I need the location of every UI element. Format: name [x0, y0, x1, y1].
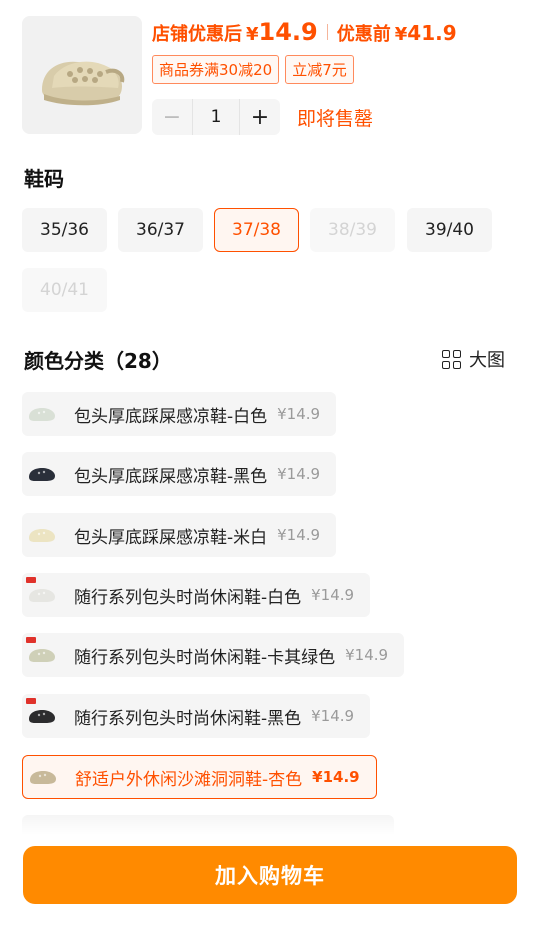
size-section-title: 鞋码	[24, 167, 64, 191]
original-price-label: 优惠前	[336, 24, 391, 45]
increase-button[interactable]: +	[240, 99, 280, 135]
decrease-button[interactable]: −	[152, 99, 192, 135]
color-option[interactable]: 包头厚底踩屎感凉鞋-白色 ¥14.9	[22, 392, 337, 436]
color-option[interactable]: 随行系列包头时尚休闲鞋-黑色 ¥14.9	[22, 694, 371, 738]
currency-symbol: ¥	[246, 24, 259, 45]
coupon-list: 商品券满30减20 立减7元	[152, 55, 354, 84]
original-price: 41.9	[407, 21, 457, 45]
color-option-price: ¥14.9	[277, 526, 321, 544]
color-option-selected[interactable]: 舒适户外休闲沙滩洞洞鞋-杏色 ¥14.9	[22, 755, 377, 799]
color-option[interactable]: 随行系列包头时尚休闲鞋-卡其绿色 ¥14.9	[22, 633, 405, 677]
color-option-name: 包头厚底踩屎感凉鞋-黑色	[74, 466, 268, 487]
color-option-price: ¥14.9	[311, 586, 355, 604]
scroll-fade	[0, 815, 540, 835]
color-option-price: ¥14.9	[277, 405, 321, 423]
big-view-label: 大图	[469, 350, 505, 371]
color-option-name: 随行系列包头时尚休闲鞋-卡其绿色	[74, 647, 336, 668]
clog-shoe-icon	[22, 16, 142, 134]
color-option-price: ¥14.9	[311, 707, 355, 725]
price-row: 店铺优惠后 ¥ 14.9 优惠前 ¥ 41.9	[152, 18, 457, 46]
size-option[interactable]: 39/40	[407, 208, 492, 252]
color-option-name: 舒适户外休闲沙滩洞洞鞋-杏色	[75, 769, 303, 790]
add-to-cart-button[interactable]: 加入购物车	[23, 846, 517, 904]
color-option-name: 随行系列包头时尚休闲鞋-白色	[74, 587, 302, 608]
discount-badge[interactable]: 立减7元	[285, 55, 354, 84]
color-option-name: 随行系列包头时尚休闲鞋-黑色	[74, 708, 302, 729]
shoe-thumbnail-icon	[22, 633, 62, 677]
currency-symbol: ¥	[394, 24, 408, 45]
brand-tag-icon	[26, 577, 36, 583]
color-option[interactable]: 随行系列包头时尚休闲鞋-白色 ¥14.9	[22, 573, 371, 617]
product-thumbnail[interactable]	[22, 16, 142, 134]
price-divider	[326, 24, 328, 40]
size-option-disabled[interactable]: 38/39	[310, 208, 395, 252]
brand-tag-icon	[26, 637, 36, 643]
brand-tag-icon	[26, 698, 36, 704]
color-option-price: ¥14.9	[312, 768, 360, 786]
size-option-selected[interactable]: 37/38	[214, 208, 299, 252]
shoe-thumbnail-icon	[22, 392, 62, 436]
shoe-thumbnail-icon	[22, 513, 62, 557]
color-section-title: 颜色分类（28）	[24, 349, 172, 373]
quantity-stepper: − 1 +	[152, 99, 280, 135]
color-option-price: ¥14.9	[345, 646, 389, 664]
color-option[interactable]: 包头厚底踩屎感凉鞋-黑色 ¥14.9	[22, 452, 337, 496]
stock-status: 即将售罄	[297, 108, 374, 130]
store-price: 14.9	[258, 18, 318, 46]
size-option[interactable]: 35/36	[22, 208, 107, 252]
color-option-price: ¥14.9	[277, 465, 321, 483]
store-price-label: 店铺优惠后	[152, 24, 242, 45]
shoe-thumbnail-icon	[22, 573, 62, 617]
grid-view-icon	[442, 349, 461, 369]
product-summary: 店铺优惠后 ¥ 14.9 优惠前 ¥ 41.9 商品券满30减20 立减7元 −…	[0, 0, 540, 150]
shoe-thumbnail-icon	[22, 452, 62, 496]
shoe-thumbnail-icon	[22, 694, 62, 738]
size-option-disabled[interactable]: 40/41	[22, 268, 107, 312]
coupon-badge[interactable]: 商品券满30减20	[152, 55, 280, 84]
big-view-toggle[interactable]: 大图	[442, 346, 505, 372]
color-option-name: 包头厚底踩屎感凉鞋-米白	[74, 527, 268, 548]
color-option-name: 包头厚底踩屎感凉鞋-白色	[74, 406, 268, 427]
quantity-value[interactable]: 1	[192, 99, 240, 135]
shoe-thumbnail-icon	[23, 755, 63, 799]
size-option[interactable]: 36/37	[118, 208, 203, 252]
color-option[interactable]: 包头厚底踩屎感凉鞋-米白 ¥14.9	[22, 513, 337, 557]
